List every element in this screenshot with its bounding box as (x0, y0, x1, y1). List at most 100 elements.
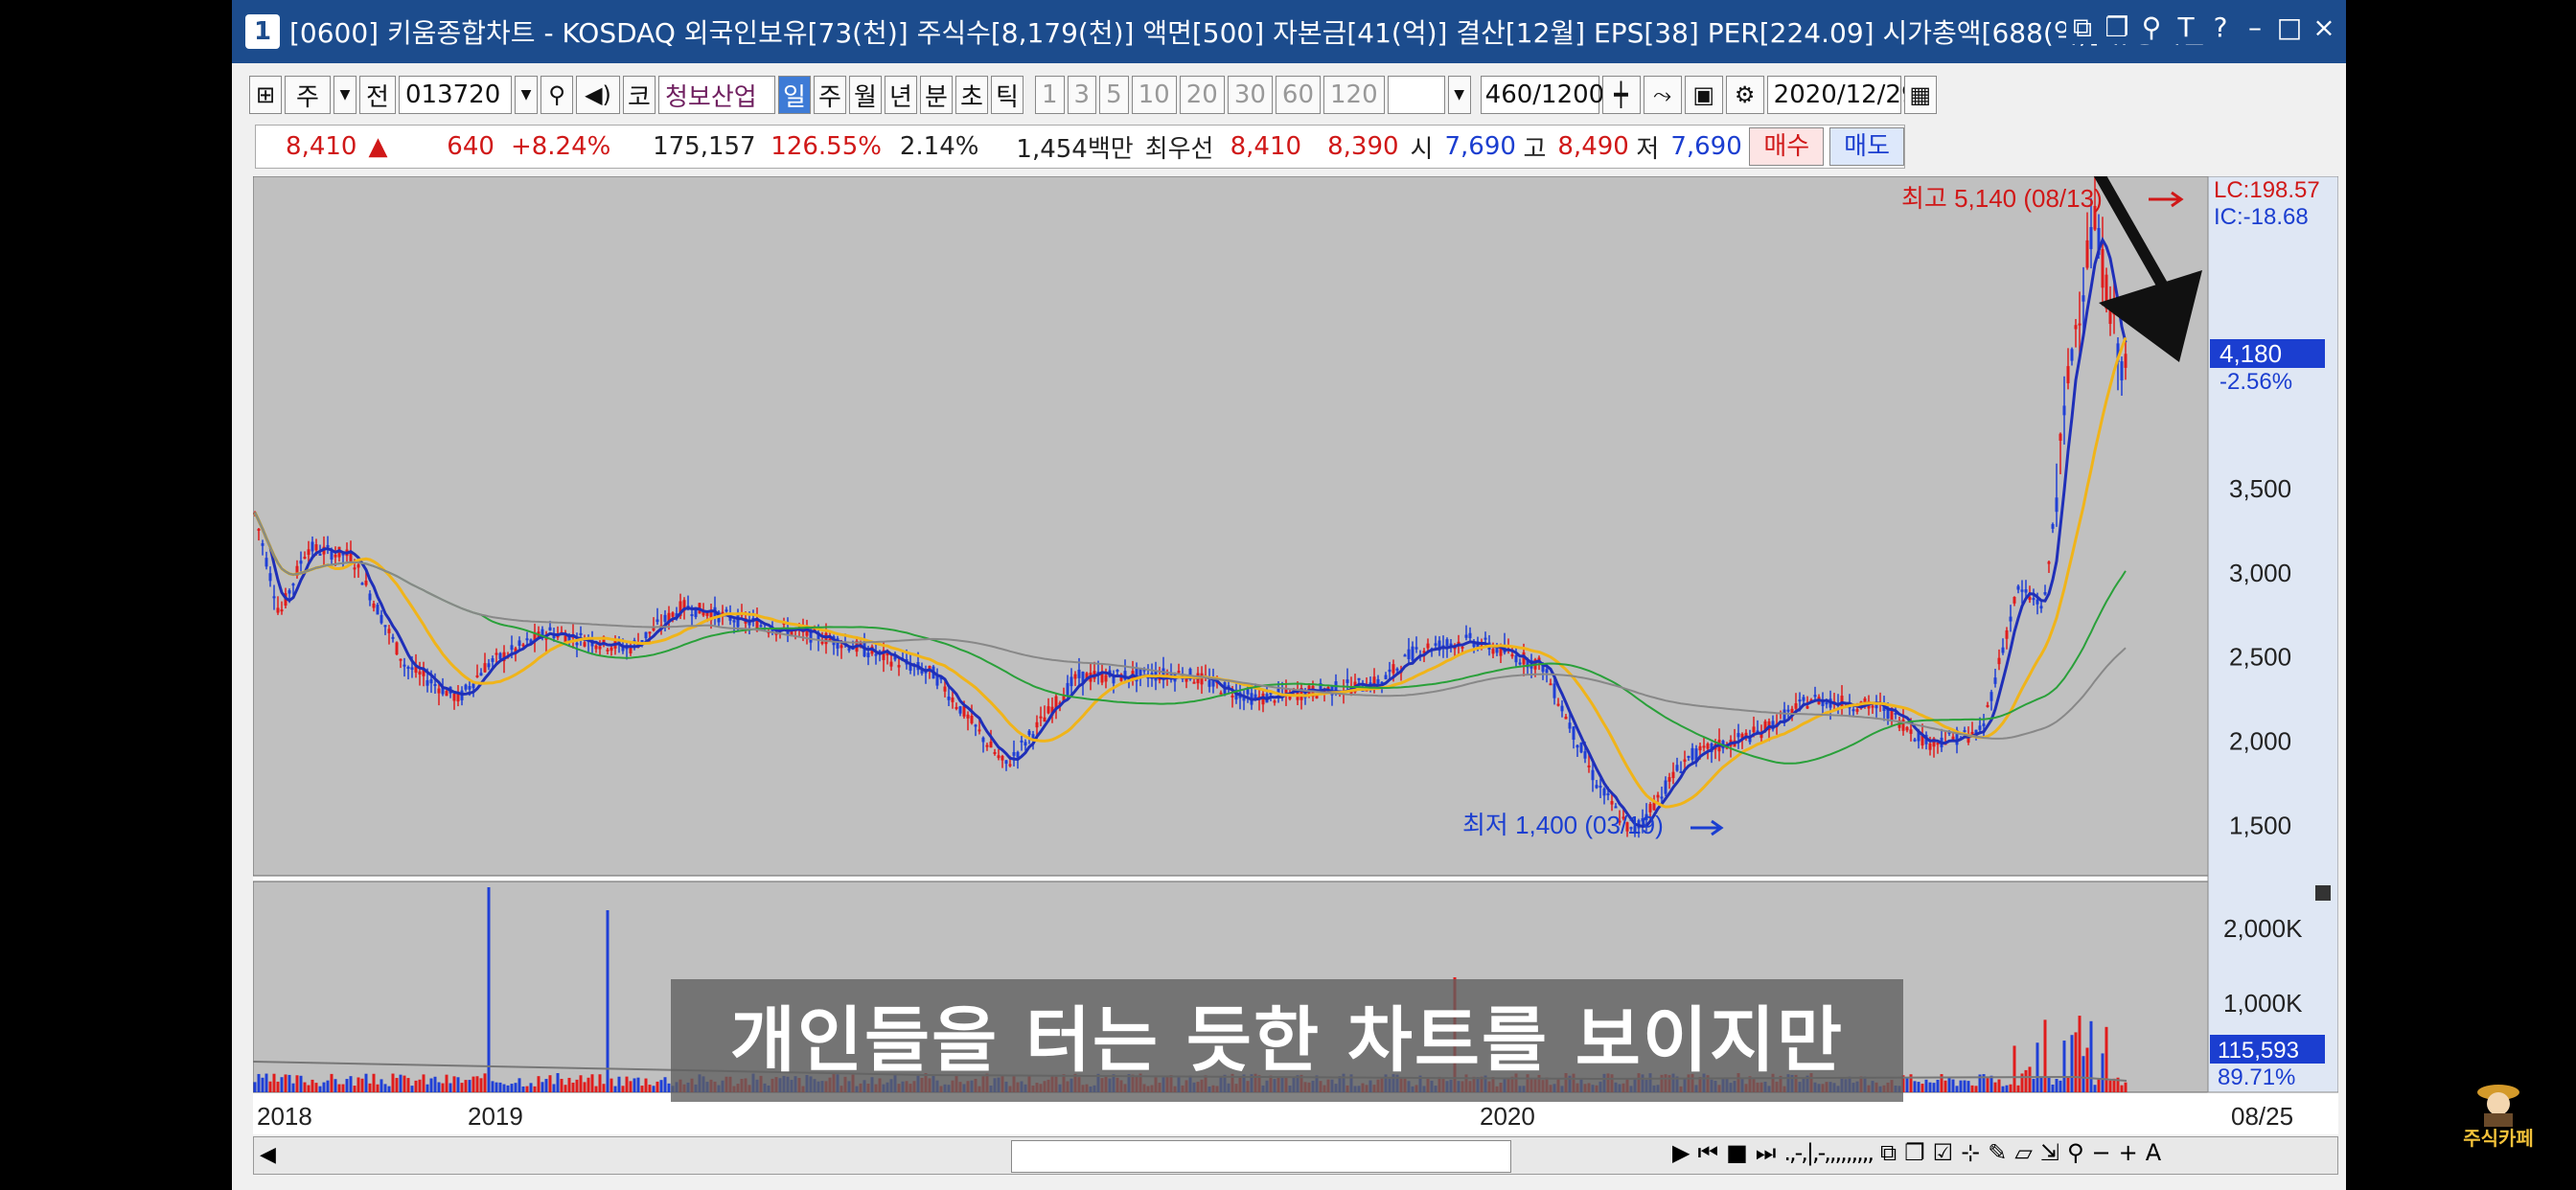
code-dropdown-icon[interactable]: ▼ (515, 76, 538, 114)
period-tab[interactable]: 일 (778, 76, 811, 114)
price-panel[interactable] (253, 176, 2209, 877)
volume-bar (2124, 1082, 2128, 1092)
mode-dropdown-icon[interactable]: ▼ (334, 76, 356, 114)
scroll-thumb[interactable] (1011, 1140, 1511, 1173)
close-icon[interactable]: × (2308, 11, 2340, 44)
volume-bar (387, 1086, 391, 1092)
candle-body (1116, 670, 1119, 673)
candle-body (464, 684, 468, 690)
period-tab[interactable]: 월 (849, 76, 882, 114)
candle-body (1986, 704, 1990, 707)
interval-tab[interactable]: 5 (1099, 76, 1129, 114)
volume-bar (399, 1074, 402, 1092)
search-icon[interactable]: ⚲ (540, 76, 573, 114)
period-tab[interactable]: 년 (885, 76, 917, 114)
gear-icon[interactable]: ⚙ (1725, 76, 1764, 114)
candle-body (943, 686, 947, 692)
sell-button[interactable]: 매도 (1829, 127, 1904, 166)
scroll-left-icon[interactable]: ◀ (260, 1143, 276, 1167)
data-count[interactable]: 460/1200 (1480, 76, 1604, 114)
layout-icon[interactable]: ⧉ (1880, 1139, 1897, 1166)
zoom-in-icon[interactable]: + (2119, 1139, 2138, 1166)
candle-body (820, 641, 824, 644)
copy-icon[interactable]: ❐ (2101, 11, 2133, 44)
interval-tab[interactable]: 120 (1323, 76, 1385, 114)
drawing-icon[interactable]: ⤳ (1643, 76, 1682, 114)
maximize-icon[interactable]: □ (2273, 11, 2306, 44)
period-tab[interactable]: 주 (814, 76, 846, 114)
volume-bar (299, 1075, 303, 1092)
zoom-out-icon[interactable]: − (2092, 1139, 2111, 1166)
volume-pct-label: 89.71% (2218, 1064, 2295, 1090)
help-icon[interactable]: ? (2204, 11, 2237, 44)
volume-bar (395, 1078, 399, 1092)
volume-bar (345, 1079, 349, 1092)
buy-button[interactable]: 매수 (1749, 127, 1825, 166)
volume-bar (1986, 1078, 1990, 1092)
pin-icon[interactable]: ⚲ (2135, 11, 2168, 44)
candle-body (1595, 785, 1598, 789)
zoom-slider[interactable]: .,-,|,-,,,,,,,,, (1783, 1139, 1874, 1166)
quote-bar: 8,410 ▲ 640 +8.24% 175,157 126.55% 2.14%… (255, 125, 1905, 169)
candle-body (2070, 349, 2074, 361)
sound-icon[interactable]: ◀) (576, 76, 620, 114)
horizontal-scrollbar[interactable]: ◀ ▶ ⏮ ■ ⏭ .,-,|,-,,,,,,,,, ⧉ ❐ ☑ ⊹ ✎ ▱ ⇲… (253, 1136, 2338, 1175)
fast-forward-icon[interactable]: ⏭ (1756, 1139, 1777, 1166)
mode-button[interactable]: 주 (285, 76, 331, 114)
calendar-icon[interactable]: ▦ (1903, 76, 1937, 114)
ruler-icon[interactable]: ▱ (2014, 1139, 2032, 1166)
chart-menu-icon[interactable]: ⊞ (249, 76, 282, 114)
zoom-icon[interactable]: ⚲ (2067, 1139, 2084, 1166)
candle-body (1951, 736, 1955, 740)
period-tab[interactable]: 틱 (991, 76, 1024, 114)
volume-bar (640, 1086, 644, 1092)
volume-bar (494, 1082, 498, 1092)
crosshair-icon[interactable]: ⊹ (1961, 1139, 1980, 1166)
price-change-pct: +8.24% (510, 132, 611, 161)
interval-tab[interactable]: 1 (1035, 76, 1065, 114)
volume-bar (264, 1073, 268, 1092)
candle-body (1687, 755, 1690, 758)
save-icon[interactable]: ▣ (1684, 76, 1723, 114)
stock-code-input[interactable]: 013720 (399, 76, 512, 114)
period-tab[interactable]: 초 (955, 76, 988, 114)
pen-icon[interactable]: ✎ (1988, 1139, 2007, 1166)
interval-tab[interactable]: 10 (1131, 76, 1177, 114)
period-tab[interactable]: 분 (920, 76, 953, 114)
candle-body (1928, 743, 1932, 750)
rewind-icon[interactable]: ⏮ (1697, 1139, 1718, 1166)
play-icon[interactable]: ▶ (1672, 1139, 1690, 1166)
interval-input[interactable] (1387, 76, 1445, 114)
interval-tab[interactable]: 30 (1227, 76, 1273, 114)
panel-toggle-icon[interactable] (2315, 885, 2331, 901)
window-icon[interactable]: ❐ (1904, 1139, 1925, 1166)
prev-button[interactable]: 전 (359, 76, 396, 114)
font-icon[interactable]: A (2146, 1139, 2161, 1166)
minimize-icon[interactable]: – (2239, 11, 2271, 44)
text-icon[interactable]: T (2170, 11, 2202, 44)
volume-bar (475, 1076, 479, 1092)
volume-bar (261, 1077, 264, 1092)
interval-dropdown-icon[interactable]: ▼ (1447, 76, 1471, 114)
check-icon[interactable]: ☑ (1933, 1139, 1954, 1166)
candle-icon[interactable]: ┿ (1601, 76, 1641, 114)
volume-bar (422, 1074, 426, 1092)
candle-body (1491, 649, 1495, 654)
window-number[interactable]: 1 (245, 14, 280, 49)
volume-bar (1924, 1079, 1928, 1092)
volume-bar (1959, 1080, 1963, 1092)
volume-bar (364, 1073, 368, 1092)
volume-bar (514, 1083, 518, 1092)
volume-bar (295, 1075, 299, 1092)
candle-body (2085, 240, 2089, 268)
export-icon[interactable]: ⇲ (2040, 1139, 2059, 1166)
date-input[interactable]: 2020/12/29 (1766, 76, 1918, 114)
interval-tab[interactable]: 3 (1067, 76, 1097, 114)
candle-body (897, 665, 901, 668)
stop-icon[interactable]: ■ (1726, 1139, 1748, 1166)
link-icon[interactable]: ⧉ (2066, 11, 2099, 44)
candle-body (663, 614, 667, 622)
interval-tab[interactable]: 20 (1179, 76, 1225, 114)
stock-name[interactable]: 청보산업 (658, 76, 775, 114)
interval-tab[interactable]: 60 (1275, 76, 1322, 114)
